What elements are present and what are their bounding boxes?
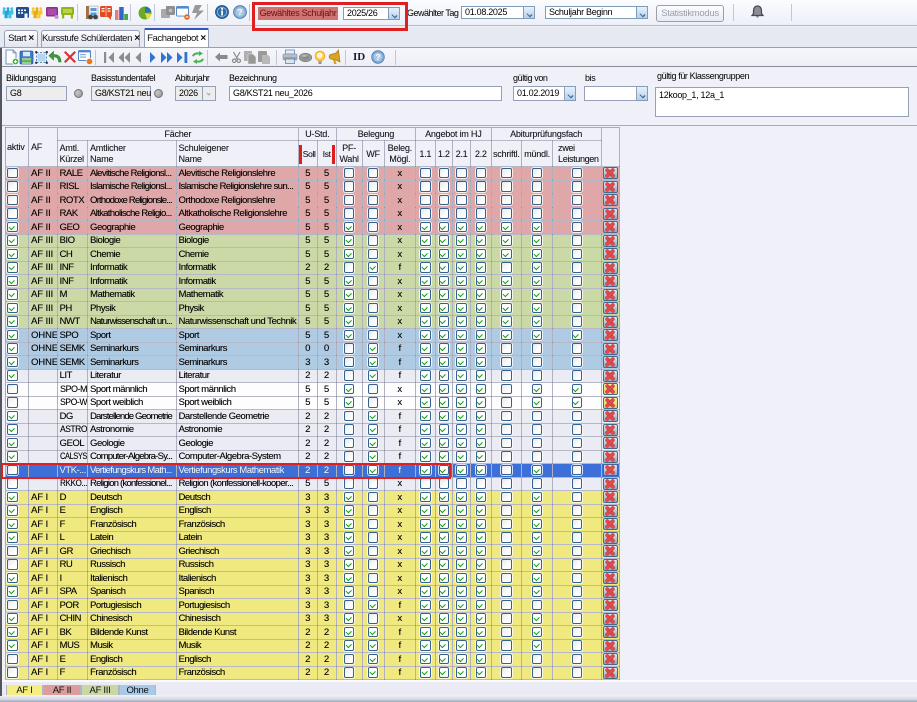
svg-text:?: ? bbox=[237, 7, 242, 17]
svg-text:?: ? bbox=[375, 52, 380, 62]
